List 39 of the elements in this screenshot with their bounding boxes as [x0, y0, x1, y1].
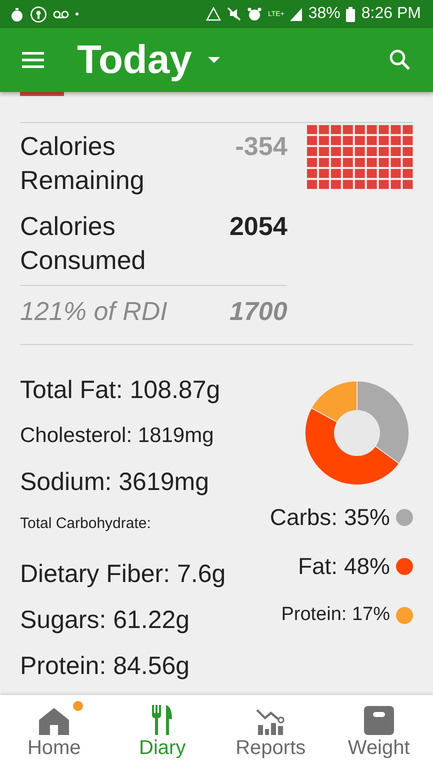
notification-dot: [73, 701, 84, 711]
nutrient-text: Protein: 84.56g: [20, 651, 191, 682]
nutrient-text: Total Fat: 108.87g: [20, 375, 222, 406]
scale-icon: [364, 706, 394, 735]
nav-tab[interactable]: Weight: [324, 695, 433, 770]
waffle-strip-drawing: [20, 92, 64, 96]
house-icon: [39, 707, 70, 735]
calories-value: -354: [235, 130, 288, 163]
keyhole-icon: [30, 6, 47, 22]
nav-tab[interactable]: Home: [0, 695, 108, 770]
calories-label: Calories Remaining: [20, 130, 146, 197]
calories-value: 2054: [229, 210, 288, 243]
stopwatch-icon: [10, 6, 24, 22]
nutrient-text: Cholesterol: 1819mg: [20, 423, 215, 449]
battery-icon: [346, 6, 356, 22]
macro-label: Fat: 48%: [298, 553, 390, 580]
battery-percent: 38%: [308, 5, 340, 23]
date-dropdown[interactable]: Today: [77, 38, 220, 82]
calories-label: Calories Consumed: [20, 210, 147, 277]
dot-icon: [75, 12, 79, 16]
alarm-icon: [246, 6, 262, 22]
mute-icon: [226, 7, 241, 21]
nutrient-text: Sugars: 61.22g: [20, 605, 191, 636]
voicemail-icon: [53, 10, 69, 18]
nav-tab[interactable]: Reports: [216, 695, 325, 770]
caret-icon: [208, 57, 220, 63]
nav-tab[interactable]: Diary: [108, 695, 216, 770]
macro-label: Carbs: 35%: [270, 504, 390, 531]
nutrient-text: Dietary Fiber: 7.6g: [20, 559, 226, 590]
nutrient-text: Total Carbohydrate:: [20, 514, 152, 534]
calories-value: 1700: [229, 295, 288, 328]
macro-label: Protein: 17%: [281, 604, 390, 626]
signal-icon: [290, 8, 302, 20]
clock-time: 8:26 PM: [361, 5, 421, 23]
nutrient-text: Sodium: 3619mg: [20, 467, 210, 498]
chart-icon: [256, 707, 286, 735]
warning-icon: [206, 7, 221, 21]
calories-label: 121% of RDI: [20, 295, 168, 328]
fork-knife-icon: [151, 705, 174, 735]
